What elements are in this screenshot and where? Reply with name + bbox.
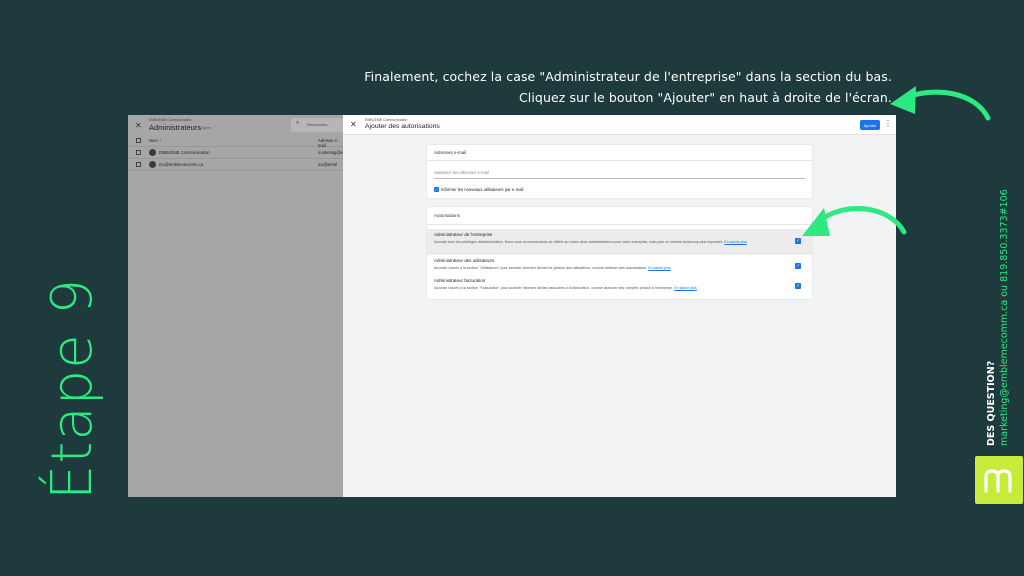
arrow-pointer-checkbox-icon	[802, 206, 907, 236]
